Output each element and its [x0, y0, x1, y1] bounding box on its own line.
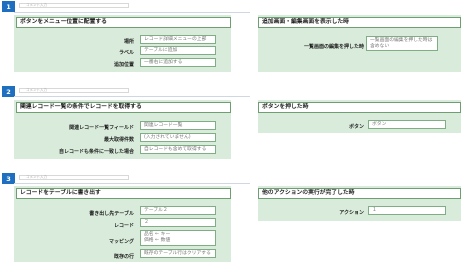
- action-row-value[interactable]: (入力されていません): [140, 133, 216, 142]
- action-row-value[interactable]: 品名 ← キー 価格 ← 数値: [140, 230, 216, 246]
- trigger-title-1[interactable]: 追加画面・編集画面を表示した時: [258, 17, 461, 28]
- step-divider: [14, 12, 250, 13]
- action-row-value[interactable]: 自レコードも含めて取得する: [140, 145, 216, 154]
- comment-input-1[interactable]: コメント入力: [19, 3, 129, 8]
- action-row-value[interactable]: 既存のテーブル行はクリアする: [140, 249, 216, 258]
- action-row-value[interactable]: ２: [140, 218, 216, 227]
- action-row-label: 既存の行: [113, 254, 134, 260]
- trigger-title-3[interactable]: 他のアクションの実行が完了した時: [258, 188, 461, 199]
- trigger-row-value[interactable]: ボタン: [368, 120, 446, 129]
- action-row-value[interactable]: テーブル２: [140, 206, 216, 215]
- action-row-label: ラベル: [118, 50, 134, 56]
- action-row-value[interactable]: 一番右に追加する: [140, 58, 216, 67]
- action-row-label: 場所: [123, 39, 134, 45]
- action-row-label: 最大取得件数: [103, 137, 134, 143]
- trigger-row-label: ボタン: [348, 124, 364, 130]
- comment-input-3[interactable]: コメント入力: [19, 175, 129, 180]
- action-title-1[interactable]: ボタンをメニュー位置に配置する: [16, 17, 231, 28]
- action-title-2[interactable]: 関連レコード一覧の条件でレコードを取得する: [16, 102, 231, 113]
- action-row-label: 自レコードも条件に一致した場合: [58, 149, 134, 155]
- action-row-label: 書き出し先テーブル: [89, 211, 134, 217]
- action-row-label: 追加位置: [113, 62, 134, 68]
- step-divider: [14, 96, 250, 97]
- trigger-row-value[interactable]: 一覧画面の編集を押した時は含めない: [366, 36, 438, 51]
- trigger-row-value[interactable]: １: [368, 206, 446, 215]
- comment-input-2[interactable]: コメント入力: [19, 88, 129, 93]
- step-number-1: 1: [2, 1, 15, 12]
- trigger-title-2[interactable]: ボタンを押した時: [258, 102, 461, 113]
- trigger-row-label: 一覧画面の編集を押した時: [303, 44, 364, 50]
- action-title-3[interactable]: レコードをテーブルに書き出す: [16, 188, 231, 199]
- action-row-label: レコード: [113, 223, 134, 229]
- action-row-value[interactable]: 関連レコード一覧: [140, 121, 216, 130]
- action-row-value[interactable]: レコード詳細メニューの上部: [140, 35, 216, 44]
- action-row-value[interactable]: テーブルに追加: [140, 46, 216, 55]
- step-divider: [14, 183, 250, 184]
- trigger-row-label: アクション: [339, 210, 364, 216]
- action-row-label: 関連レコード一覧フィールド: [69, 125, 134, 131]
- action-row-label: マッピング: [108, 239, 134, 245]
